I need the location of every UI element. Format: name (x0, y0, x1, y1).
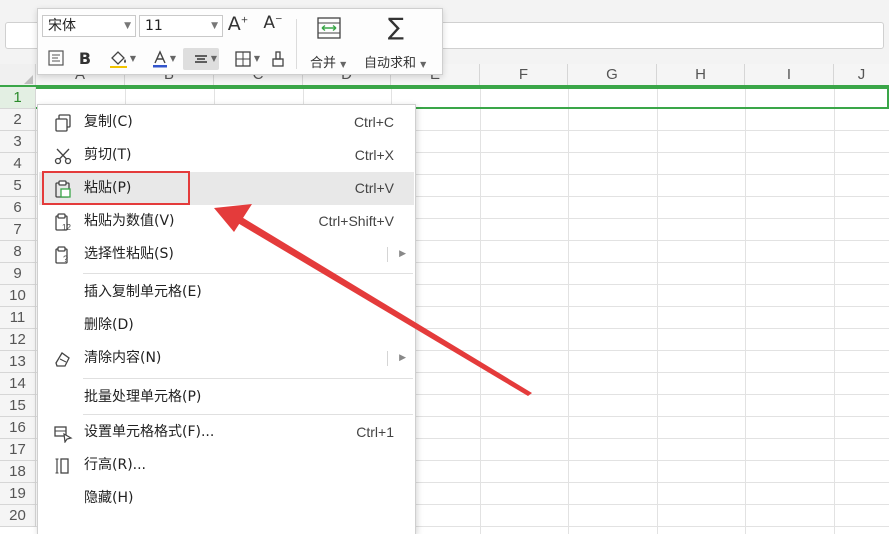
annotation-arrow-shaft (236, 216, 532, 396)
annotation-arrow (214, 204, 532, 396)
